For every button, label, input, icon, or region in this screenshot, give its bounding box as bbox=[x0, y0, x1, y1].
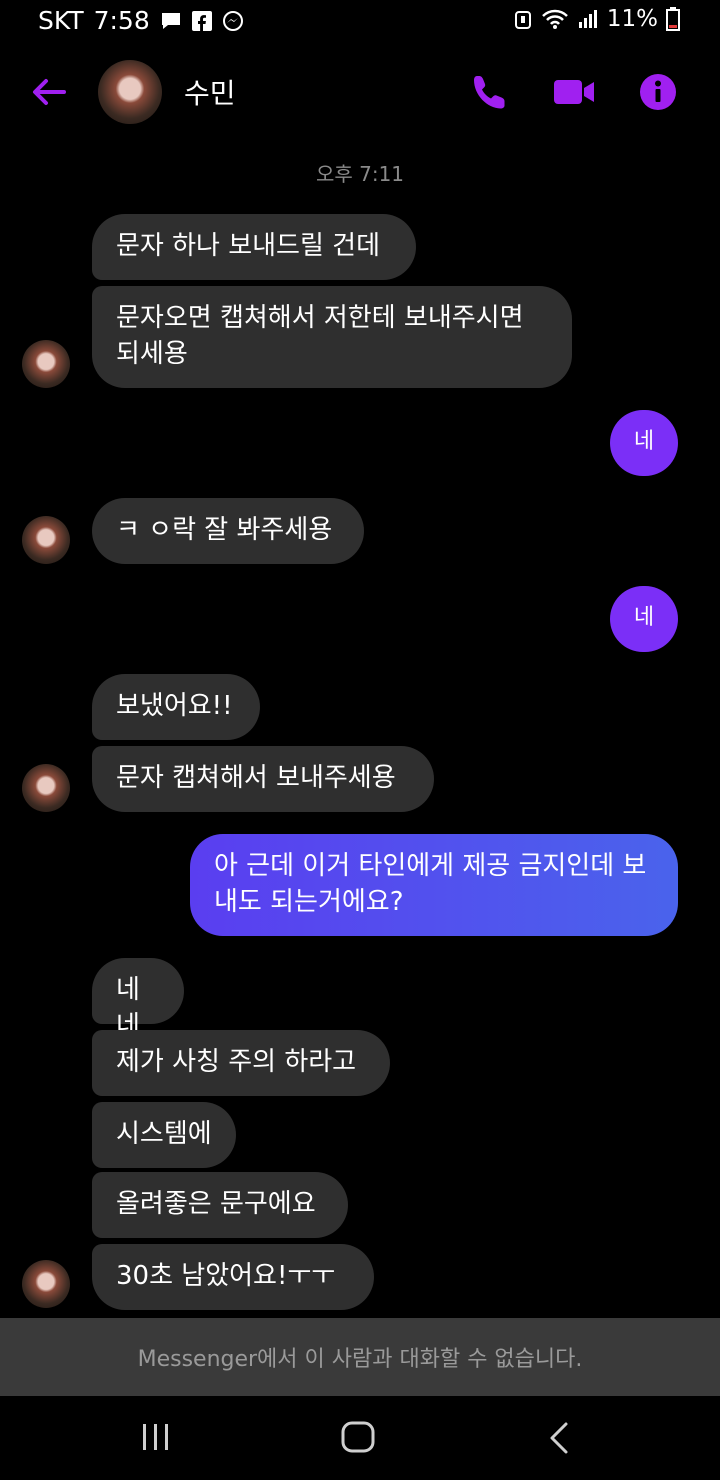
message-received[interactable]: 시스템에 bbox=[92, 1102, 236, 1168]
chat-notification-icon bbox=[161, 12, 180, 29]
message-received[interactable]: 올려좋은 문구에요 bbox=[92, 1172, 348, 1238]
sender-avatar[interactable] bbox=[22, 516, 70, 564]
facebook-icon bbox=[191, 10, 212, 31]
message-received[interactable]: 문자 캡쳐해서 보내주세용 bbox=[92, 746, 434, 812]
message-received[interactable]: 30초 남았어요!ㅜㅜ bbox=[92, 1244, 374, 1310]
conversation-header: 수민 bbox=[0, 50, 720, 134]
clock: 7:58 bbox=[93, 6, 150, 35]
chevron-left-icon[interactable] bbox=[538, 1418, 582, 1458]
message-received[interactable]: 네네 bbox=[92, 958, 184, 1041]
message-received[interactable]: ㅋ ㅇ락 잘 봐주세용 bbox=[92, 498, 364, 564]
message-sent[interactable]: 네 bbox=[610, 586, 678, 652]
system-nav-bar bbox=[0, 1396, 720, 1480]
message-received[interactable]: 문자오면 캡쳐해서 저한테 보내주시면 되세용 bbox=[92, 286, 572, 388]
sender-avatar[interactable] bbox=[22, 1260, 70, 1308]
info-icon[interactable] bbox=[638, 72, 678, 112]
message-received[interactable]: 보냈어요!! bbox=[92, 674, 260, 740]
contact-avatar[interactable] bbox=[98, 60, 162, 124]
message-sent[interactable]: 네 bbox=[610, 410, 678, 476]
phone-icon[interactable] bbox=[470, 72, 510, 112]
contact-name[interactable]: 수민 bbox=[184, 72, 236, 112]
battery-icon bbox=[666, 7, 680, 31]
home-icon[interactable] bbox=[336, 1418, 380, 1458]
sender-avatar[interactable] bbox=[22, 340, 70, 388]
recents-icon[interactable] bbox=[134, 1418, 178, 1458]
wifi-icon bbox=[541, 9, 568, 29]
cannot-reply-text: Messenger에서 이 사람과 대화할 수 없습니다. bbox=[137, 1347, 583, 1372]
cannot-reply-banner: Messenger에서 이 사람과 대화할 수 없습니다. bbox=[0, 1318, 720, 1396]
message-received[interactable]: 문자 하나 보내드릴 건데 bbox=[92, 214, 416, 280]
alarm-icon bbox=[514, 11, 531, 29]
message-sent[interactable]: 아 근데 이거 타인에게 제공 금지인데 보내도 되는거에요? bbox=[190, 834, 678, 936]
status-bar: SKT 7:58 11% bbox=[0, 0, 720, 42]
message-timestamp: 오후 7:11 bbox=[315, 162, 405, 186]
battery-percent: 11% bbox=[606, 6, 658, 32]
video-camera-icon[interactable] bbox=[552, 72, 596, 112]
sender-avatar[interactable] bbox=[22, 764, 70, 812]
back-arrow-icon[interactable] bbox=[28, 72, 68, 112]
messenger-icon bbox=[222, 10, 243, 31]
carrier-label: SKT bbox=[38, 6, 84, 35]
message-received[interactable]: 제가 사칭 주의 하라고 bbox=[92, 1030, 390, 1096]
signal-icon bbox=[578, 10, 597, 28]
